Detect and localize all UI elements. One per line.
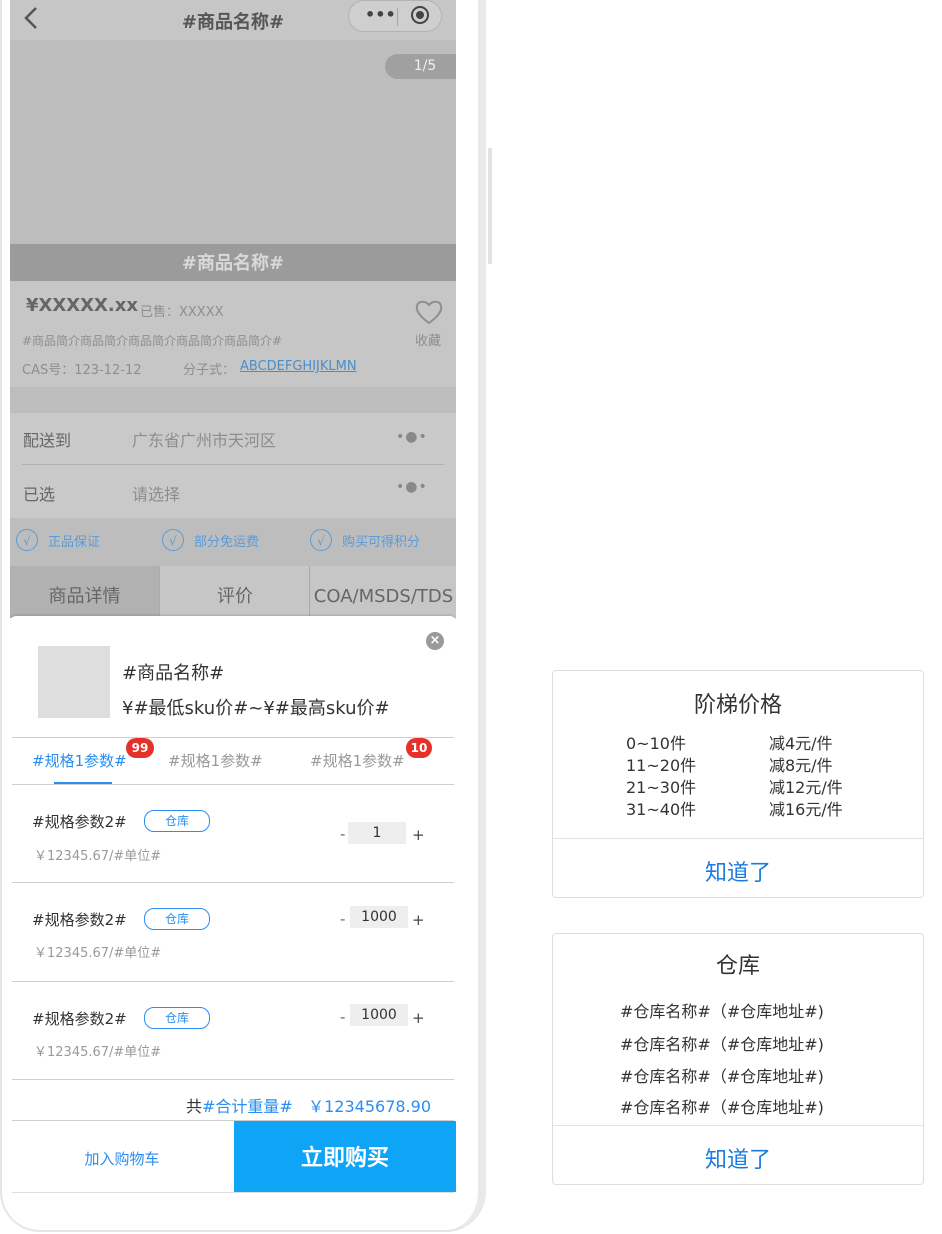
divider bbox=[553, 1125, 923, 1126]
quantity-input[interactable]: 1000 bbox=[350, 1004, 408, 1026]
guarantee-free-shipping: √ 部分免运费 bbox=[162, 527, 259, 553]
increment-button[interactable]: + bbox=[412, 1009, 425, 1027]
tier-discount: 减4元/件 bbox=[769, 734, 833, 753]
spec-tab-3[interactable]: #规格1参数# bbox=[310, 750, 405, 771]
more-menu-icon[interactable]: ••• bbox=[365, 5, 396, 24]
decrement-button[interactable]: - bbox=[340, 825, 345, 843]
tier-range: 0~10件 bbox=[626, 734, 686, 753]
divider bbox=[553, 838, 923, 839]
sku-price: ￥12345.67/#单位# bbox=[34, 849, 162, 864]
more-dots-icon[interactable]: •●• bbox=[396, 429, 428, 445]
sheet-product-name: #商品名称# bbox=[122, 663, 225, 684]
spec-tab-2[interactable]: #规格1参数# bbox=[168, 750, 263, 771]
count-badge: 99 bbox=[126, 738, 154, 758]
formula-label: 分子式： bbox=[183, 363, 236, 378]
sku-price: ￥12345.67/#单位# bbox=[34, 1045, 162, 1060]
delivery-address[interactable]: 广东省广州市天河区 bbox=[132, 427, 276, 451]
sku-price: ￥12345.67/#单位# bbox=[34, 946, 162, 961]
row-divider bbox=[22, 464, 444, 465]
sku-name: #规格参数2# bbox=[32, 813, 127, 831]
increment-button[interactable]: + bbox=[412, 911, 425, 929]
phone-screen: #商品名称# ••• 1/5 #商品名称# ¥XXXXX.xx 已售：XXXXX… bbox=[10, 0, 456, 1230]
quantity-input[interactable]: 1 bbox=[348, 822, 406, 844]
selected-value[interactable]: 请选择 bbox=[132, 481, 180, 505]
cas-number: CAS号：123-12-12 bbox=[22, 363, 142, 378]
guarantee-label: 部分免运费 bbox=[194, 534, 260, 550]
order-total: 共#合计重量# ￥12345678.90 bbox=[186, 1093, 431, 1117]
more-dots-icon[interactable]: •●• bbox=[396, 479, 428, 495]
delivery-label: 配送到 bbox=[23, 431, 72, 450]
decrement-button[interactable]: - bbox=[340, 1008, 345, 1026]
product-price: ¥XXXXX.xx bbox=[26, 295, 138, 316]
guarantee-genuine: √ 正品保证 bbox=[16, 527, 100, 553]
gallery-counter: 1/5 bbox=[385, 54, 456, 79]
target-icon[interactable] bbox=[411, 6, 429, 24]
add-to-cart-button[interactable]: 加入购物车 bbox=[10, 1121, 234, 1192]
sheet-price-range: ¥#最低sku价#~¥#最高sku价# bbox=[122, 698, 390, 719]
product-intro: #商品简介商品简介商品简介商品简介商品简介# bbox=[22, 334, 283, 348]
tab-reviews[interactable]: 评价 bbox=[159, 566, 310, 618]
tier-ok-button[interactable]: 知道了 bbox=[552, 855, 924, 887]
mini-program-capsule: ••• bbox=[348, 0, 442, 32]
count-badge: 10 bbox=[406, 738, 432, 758]
formula-link[interactable]: ABCDEFGHIJKLMN bbox=[240, 359, 357, 374]
quantity-input[interactable]: 1000 bbox=[350, 906, 408, 928]
tier-discount: 减16元/件 bbox=[769, 800, 843, 819]
heart-icon[interactable] bbox=[414, 298, 444, 326]
warehouse-line: #仓库名称#（#仓库地址#) bbox=[620, 1098, 824, 1117]
buy-now-button[interactable]: 立即购买 bbox=[234, 1121, 456, 1192]
divider bbox=[12, 737, 454, 738]
divider bbox=[12, 1192, 454, 1193]
tier-discount: 减8元/件 bbox=[769, 756, 833, 775]
decrement-button[interactable]: - bbox=[340, 910, 345, 928]
total-weight: #合计重量# bbox=[202, 1097, 293, 1116]
warehouse-line: #仓库名称#（#仓库地址#) bbox=[620, 1002, 824, 1021]
total-prefix: 共 bbox=[186, 1097, 203, 1116]
tier-price-title: 阶梯价格 bbox=[693, 693, 782, 718]
guarantee-label: 正品保证 bbox=[48, 534, 101, 550]
tier-range: 31~40件 bbox=[626, 800, 697, 819]
tab-details[interactable]: 商品详情 bbox=[10, 566, 159, 618]
guarantee-points: √ 购买可得积分 bbox=[310, 527, 420, 553]
check-circle-icon: √ bbox=[162, 529, 184, 551]
sku-name: #规格参数2# bbox=[32, 1010, 127, 1028]
warehouse-tag[interactable]: 仓库 bbox=[144, 908, 210, 930]
spec-tab-1[interactable]: #规格1参数# bbox=[32, 750, 127, 771]
warehouse-line: #仓库名称#（#仓库地址#) bbox=[620, 1067, 824, 1086]
tier-range: 21~30件 bbox=[626, 778, 697, 797]
favorite-label[interactable]: 收藏 bbox=[415, 330, 441, 349]
warehouse-ok-button[interactable]: 知道了 bbox=[552, 1142, 924, 1174]
product-thumbnail bbox=[38, 646, 110, 718]
tier-discount: 减12元/件 bbox=[769, 778, 843, 797]
warehouse-title: 仓库 bbox=[715, 954, 760, 979]
gallery-caption: #商品名称# bbox=[10, 244, 456, 281]
warehouse-tag[interactable]: 仓库 bbox=[144, 1007, 210, 1029]
section-gap bbox=[10, 387, 456, 413]
sold-count: 已售：XXXXX bbox=[140, 305, 224, 320]
tier-range: 11~20件 bbox=[626, 756, 697, 775]
divider bbox=[12, 1079, 454, 1080]
close-icon[interactable]: × bbox=[426, 632, 444, 650]
check-circle-icon: √ bbox=[16, 529, 38, 551]
warehouse-tag[interactable]: 仓库 bbox=[144, 810, 210, 832]
total-price: ￥12345678.90 bbox=[308, 1097, 431, 1116]
phone-side-button bbox=[488, 148, 492, 264]
capsule-divider bbox=[397, 8, 398, 26]
divider bbox=[12, 784, 454, 785]
divider bbox=[12, 882, 454, 883]
selected-label: 已选 bbox=[23, 485, 56, 504]
check-circle-icon: √ bbox=[310, 529, 332, 551]
divider bbox=[12, 981, 454, 982]
tab-documents[interactable]: COA/MSDS/TDS bbox=[309, 566, 456, 618]
sku-name: #规格参数2# bbox=[32, 911, 127, 929]
increment-button[interactable]: + bbox=[412, 826, 425, 844]
guarantee-label: 购买可得积分 bbox=[342, 534, 421, 550]
warehouse-line: #仓库名称#（#仓库地址#) bbox=[620, 1035, 824, 1054]
